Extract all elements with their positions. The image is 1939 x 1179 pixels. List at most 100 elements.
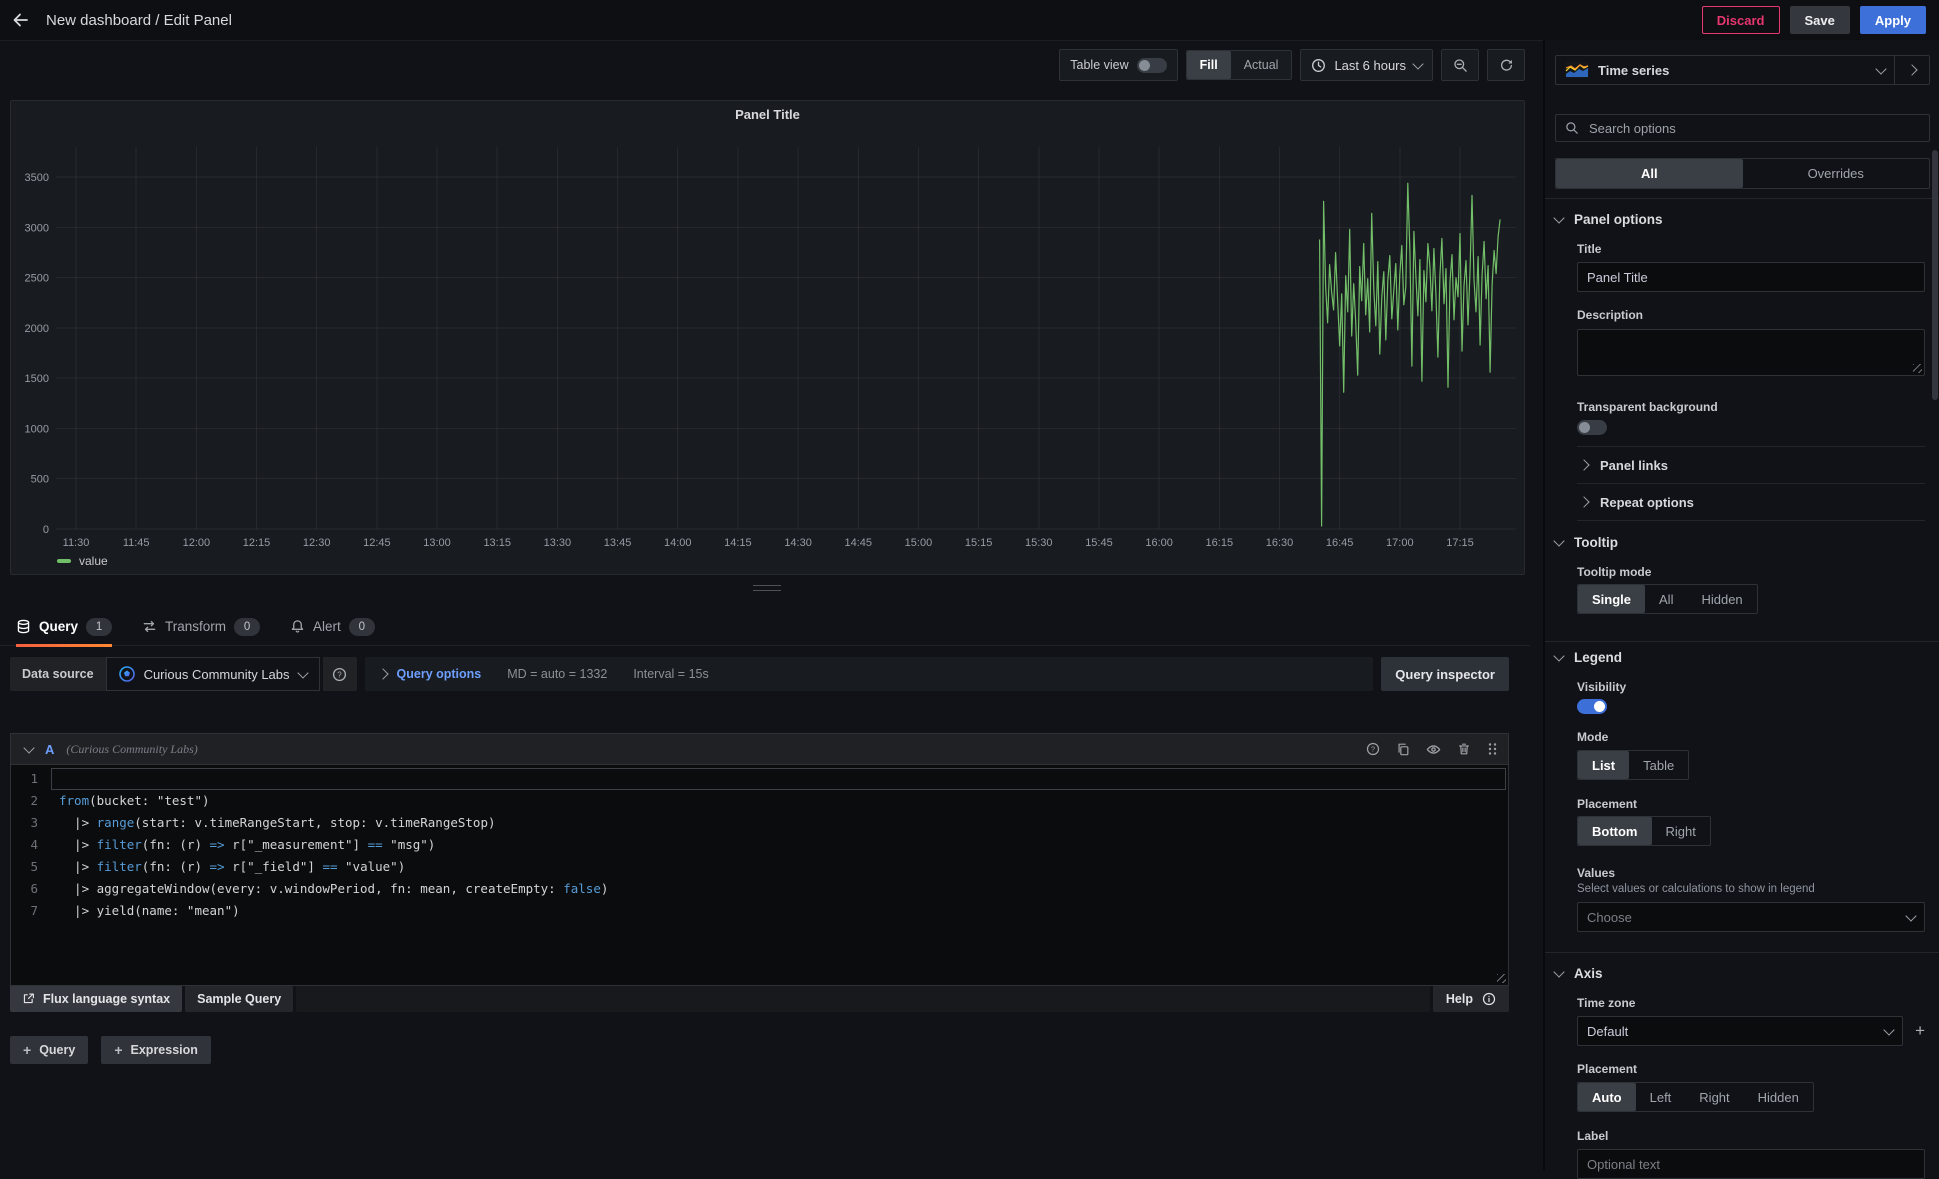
- tab-alert[interactable]: Alert 0: [290, 608, 375, 646]
- legend-values-select[interactable]: Choose: [1577, 902, 1925, 932]
- fill-option[interactable]: Fill: [1187, 51, 1231, 79]
- axis-placement-hidden[interactable]: Hidden: [1744, 1083, 1813, 1111]
- description-textarea[interactable]: [1577, 329, 1925, 376]
- back-arrow-button[interactable]: [0, 0, 42, 40]
- svg-text:12:30: 12:30: [303, 537, 331, 549]
- add-expression-button[interactable]: + Expression: [101, 1036, 211, 1064]
- tab-query[interactable]: Query 1: [16, 608, 112, 646]
- axis-timezone-select[interactable]: Default: [1577, 1016, 1903, 1046]
- panel-resize-splitter-handle[interactable]: [753, 585, 781, 591]
- query-datasource-hint: (Curious Community Labs): [66, 742, 197, 757]
- datasource-picker[interactable]: Curious Community Labs: [106, 657, 320, 691]
- apply-button[interactable]: Apply: [1860, 6, 1926, 34]
- time-range-picker[interactable]: Last 6 hours: [1300, 49, 1433, 81]
- tooltip-mode-hidden[interactable]: Hidden: [1687, 585, 1756, 613]
- legend-visibility-toggle[interactable]: [1577, 699, 1607, 714]
- transparent-background-toggle[interactable]: [1577, 420, 1607, 435]
- datasource-help-button[interactable]: ?: [323, 657, 357, 691]
- axis-label-input[interactable]: [1577, 1149, 1925, 1179]
- svg-text:13:30: 13:30: [544, 537, 572, 549]
- query-editor-header: A (Curious Community Labs) ?: [10, 733, 1509, 764]
- panel-options-sidebar: Time series All Overrides Panel options …: [1543, 40, 1939, 1171]
- hide-query-eye-icon[interactable]: [1426, 742, 1441, 757]
- refresh-button[interactable]: [1487, 49, 1525, 81]
- table-view-toggle[interactable]: [1137, 58, 1167, 73]
- tooltip-mode-all[interactable]: All: [1645, 585, 1687, 613]
- time-series-chart[interactable]: 050010001500200025003000350011:3011:4512…: [11, 127, 1522, 551]
- table-view-toggle-group[interactable]: Table view: [1059, 49, 1177, 81]
- legend-series-swatch: [57, 559, 71, 563]
- code-lines[interactable]: from(bucket: "test") |> range(start: v.t…: [51, 765, 1508, 985]
- chevron-right-icon: [1578, 459, 1589, 470]
- panel-title: Panel Title: [11, 101, 1524, 127]
- svg-text:16:15: 16:15: [1206, 537, 1234, 549]
- legend-series-label[interactable]: value: [79, 554, 108, 568]
- svg-text:?: ?: [1371, 745, 1375, 754]
- axis-label-label: Label: [1577, 1129, 1925, 1143]
- legend-mode-list[interactable]: List: [1578, 751, 1629, 779]
- legend-placement-right[interactable]: Right: [1652, 817, 1710, 845]
- panel-title-input[interactable]: [1577, 262, 1925, 292]
- tab-transform[interactable]: Transform 0: [142, 608, 260, 646]
- legend-values-description: Select values or calculations to show in…: [1577, 883, 1925, 895]
- collapse-options-pane-button[interactable]: [1894, 56, 1929, 84]
- svg-text:3000: 3000: [25, 222, 49, 234]
- top-navigation-bar: New dashboard / Edit Panel Discard Save …: [0, 0, 1939, 41]
- flux-code-editor[interactable]: 1234567 from(bucket: "test") |> range(st…: [10, 764, 1509, 986]
- svg-text:15:15: 15:15: [965, 537, 993, 549]
- tab-all[interactable]: All: [1556, 159, 1743, 188]
- discard-button[interactable]: Discard: [1702, 6, 1780, 34]
- axis-placement-auto[interactable]: Auto: [1578, 1083, 1636, 1111]
- refresh-icon: [1499, 58, 1514, 73]
- drag-handle-icon[interactable]: [1487, 742, 1498, 756]
- axis-placement-right[interactable]: Right: [1685, 1083, 1743, 1111]
- chevron-down-icon: [1553, 212, 1564, 223]
- bell-icon: [290, 619, 305, 634]
- delete-query-trash-icon[interactable]: [1457, 742, 1471, 756]
- svg-text:17:00: 17:00: [1386, 537, 1414, 549]
- section-tooltip[interactable]: Tooltip: [1555, 535, 1930, 550]
- panel-links-collapse[interactable]: Panel links: [1577, 446, 1925, 483]
- options-search-input[interactable]: [1587, 120, 1920, 137]
- svg-text:16:00: 16:00: [1145, 537, 1173, 549]
- section-legend[interactable]: Legend: [1555, 650, 1930, 665]
- svg-text:500: 500: [31, 474, 49, 486]
- options-search-box[interactable]: [1555, 114, 1930, 142]
- query-options-toggle[interactable]: Query options: [379, 667, 482, 681]
- tooltip-mode-label: Tooltip mode: [1577, 565, 1925, 579]
- section-axis[interactable]: Axis: [1555, 966, 1930, 981]
- repeat-options-collapse[interactable]: Repeat options: [1577, 483, 1925, 521]
- zoom-out-button[interactable]: [1441, 49, 1479, 81]
- svg-text:2000: 2000: [25, 323, 49, 335]
- query-ref-id[interactable]: A: [45, 742, 54, 757]
- tab-overrides[interactable]: Overrides: [1743, 159, 1930, 188]
- add-query-button[interactable]: + Query: [10, 1036, 88, 1064]
- save-button[interactable]: Save: [1790, 6, 1850, 34]
- axis-placement-left[interactable]: Left: [1636, 1083, 1686, 1111]
- svg-text:11:45: 11:45: [123, 537, 150, 549]
- legend-mode-table[interactable]: Table: [1629, 751, 1688, 779]
- help-button[interactable]: Help: [1433, 985, 1509, 1012]
- actual-option[interactable]: Actual: [1231, 51, 1292, 79]
- sidebar-scrollbar[interactable]: [1932, 150, 1938, 400]
- visualization-picker: Time series: [1555, 55, 1930, 85]
- legend-placement-bottom[interactable]: Bottom: [1578, 817, 1652, 845]
- tooltip-mode-single[interactable]: Single: [1578, 585, 1645, 613]
- collapse-query-chevron-icon[interactable]: [23, 742, 34, 753]
- textarea-resize-handle[interactable]: [1913, 364, 1922, 373]
- flux-syntax-button[interactable]: Flux language syntax: [10, 985, 182, 1012]
- query-header-actions: ?: [1366, 742, 1498, 757]
- duplicate-query-icon[interactable]: [1396, 742, 1410, 756]
- section-panel-options[interactable]: Panel options: [1555, 212, 1930, 227]
- add-timezone-button[interactable]: +: [1915, 1021, 1925, 1041]
- transform-icon: [142, 619, 157, 634]
- query-inspector-button[interactable]: Query inspector: [1381, 657, 1509, 691]
- legend-mode-label: Mode: [1577, 730, 1925, 744]
- edit-panel-main-area: Table view Fill Actual Last 6 hours: [0, 40, 1540, 1171]
- tab-query-label: Query: [39, 619, 78, 634]
- chevron-down-icon: [1412, 58, 1423, 69]
- query-help-icon[interactable]: ?: [1366, 742, 1380, 756]
- visualization-select[interactable]: Time series: [1556, 56, 1894, 84]
- sample-query-button[interactable]: Sample Query: [185, 985, 293, 1012]
- editor-resize-handle[interactable]: [1497, 974, 1506, 983]
